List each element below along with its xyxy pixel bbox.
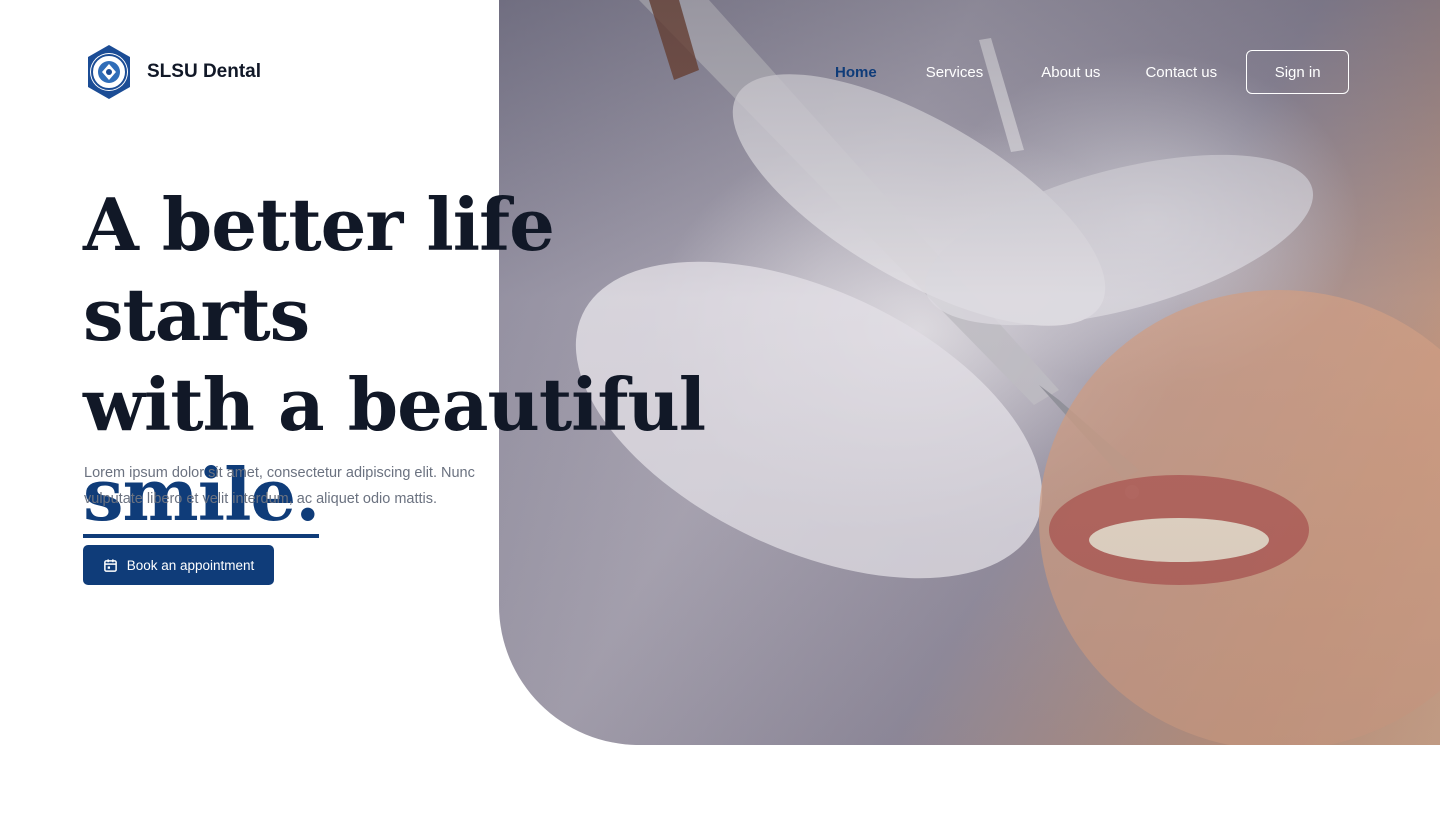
headline-line-1: A better life starts <box>83 182 555 357</box>
lead-line-1: Lorem ipsum dolor sit amet, consectetur … <box>84 465 475 481</box>
nav-about-us[interactable]: About us <box>1041 64 1100 81</box>
calendar-icon <box>103 558 117 572</box>
book-appointment-label: Book an appointment <box>126 557 255 573</box>
book-appointment-button[interactable]: Book an appointment <box>83 545 274 585</box>
nav-home[interactable]: Home <box>835 64 877 81</box>
lead-line-2: vulputate libero et velit interdum, ac a… <box>84 491 438 507</box>
university-seal-icon <box>88 45 130 99</box>
hero-lead-text: Lorem ipsum dolor sit amet, consectetur … <box>84 460 500 514</box>
headline-line-2: with a beautiful <box>83 362 706 447</box>
brand-name: SLSU Dental <box>147 61 262 82</box>
sign-in-button[interactable]: Sign in <box>1246 50 1350 94</box>
nav-contact-us[interactable]: Contact us <box>1145 64 1217 81</box>
brand[interactable]: SLSU Dental <box>83 44 261 100</box>
nav-services[interactable]: Services <box>926 64 984 81</box>
main-nav: Home Services About us Contact us Sign i… <box>835 50 1350 94</box>
